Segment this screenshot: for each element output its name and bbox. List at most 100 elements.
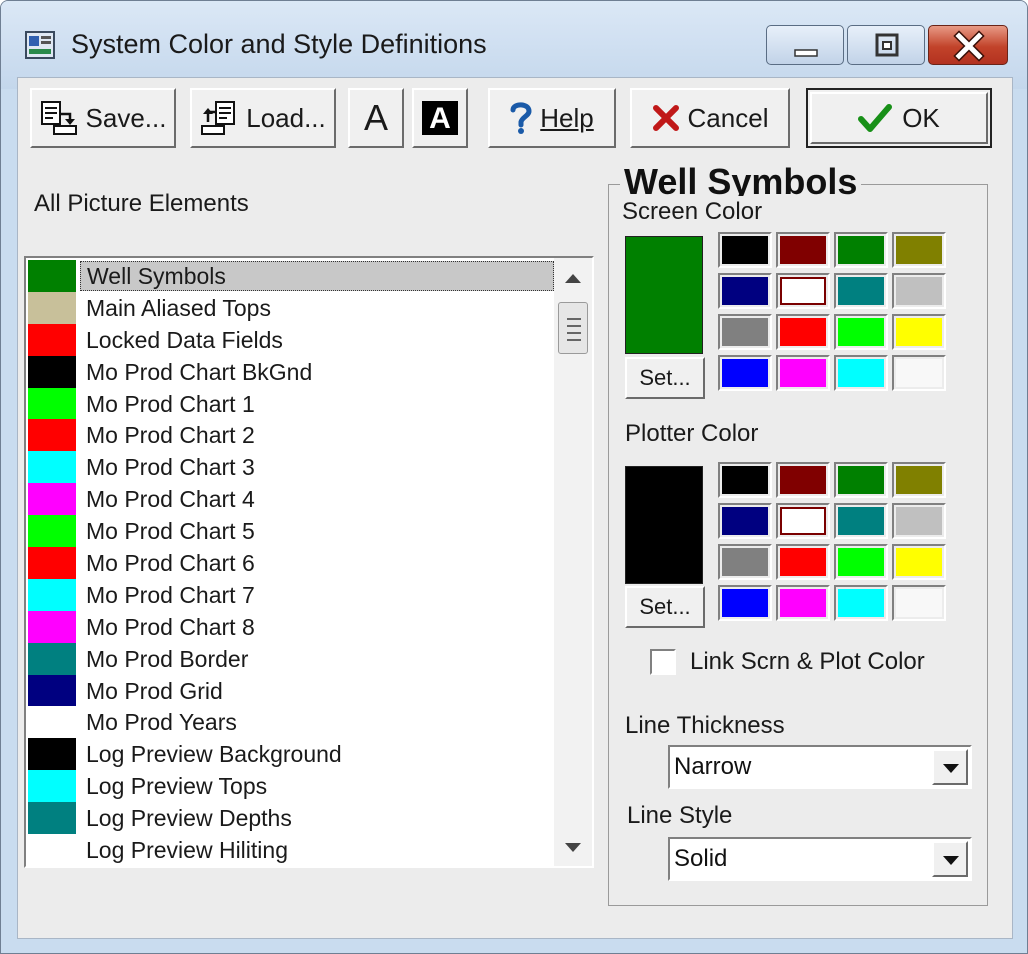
- line-thickness-select[interactable]: Narrow: [668, 745, 972, 789]
- list-item[interactable]: Log Preview Hiliting: [28, 834, 554, 866]
- screen-palette-cell[interactable]: [834, 355, 888, 391]
- screen-palette-cell[interactable]: [776, 273, 830, 309]
- list-item[interactable]: Log Preview Background: [28, 738, 554, 771]
- plotter-palette-cell[interactable]: [892, 503, 946, 539]
- plotter-palette-cell[interactable]: [776, 544, 830, 580]
- list-item[interactable]: Locked Data Fields: [28, 323, 554, 356]
- palette-color: [896, 507, 942, 535]
- list-item[interactable]: Mo Prod Chart 2: [28, 419, 554, 452]
- screen-palette-cell[interactable]: [776, 232, 830, 268]
- plotter-palette-cell[interactable]: [718, 462, 772, 498]
- title-bar[interactable]: System Color and Style Definitions: [1, 1, 1027, 89]
- screen-palette-cell[interactable]: [834, 273, 888, 309]
- close-button[interactable]: [928, 25, 1008, 65]
- maximize-button[interactable]: [847, 25, 925, 65]
- list-item[interactable]: Mo Prod Chart 6: [28, 547, 554, 579]
- screen-palette-cell[interactable]: [776, 314, 830, 350]
- list-item[interactable]: Mo Prod Chart 5: [28, 515, 554, 548]
- line-style-select[interactable]: Solid: [668, 837, 972, 881]
- help-button[interactable]: Help: [488, 88, 616, 148]
- line-style-label: Line Style: [627, 802, 733, 829]
- list-item[interactable]: Mo Prod Chart BkGnd: [28, 355, 554, 388]
- plotter-palette-cell[interactable]: [718, 585, 772, 621]
- dialog-client-area: Save... Load... A A Help Cancel OK All P…: [17, 77, 1013, 939]
- palette-color: [780, 277, 826, 305]
- list-item-label: Mo Prod Grid: [86, 677, 223, 704]
- screen-palette-cell[interactable]: [892, 314, 946, 350]
- screen-palette-cell[interactable]: [892, 273, 946, 309]
- line-thickness-label: Line Thickness: [625, 712, 785, 739]
- list-item-label: Log Preview Depths: [86, 805, 292, 832]
- list-item[interactable]: Log Preview Depths: [28, 802, 554, 835]
- color-swatch: [28, 483, 76, 516]
- color-swatch: [28, 323, 76, 356]
- scroll-down-arrow-icon[interactable]: [565, 843, 581, 852]
- link-color-label: Link Scrn & Plot Color: [690, 648, 925, 675]
- screen-palette-cell[interactable]: [718, 355, 772, 391]
- link-color-row[interactable]: Link Scrn & Plot Color: [650, 648, 925, 676]
- list-item-label: Mo Prod Border: [86, 645, 249, 672]
- list-item[interactable]: Mo Prod Chart 7: [28, 578, 554, 611]
- list-item-label: Log Preview Tops: [86, 773, 268, 800]
- plotter-palette-cell[interactable]: [892, 462, 946, 498]
- plotter-palette-cell[interactable]: [892, 585, 946, 621]
- checkmark-icon: [858, 104, 893, 132]
- list-item[interactable]: Main Aliased Tops: [28, 291, 554, 324]
- palette-color: [838, 277, 884, 305]
- list-item-label: Log Preview Hiliting: [86, 836, 288, 863]
- color-swatch: [28, 260, 76, 292]
- load-button[interactable]: Load...: [190, 88, 336, 148]
- list-item[interactable]: Mo Prod Years: [28, 706, 554, 739]
- plotter-palette-cell[interactable]: [776, 462, 830, 498]
- plot-font-button[interactable]: A: [412, 88, 468, 148]
- palette-color: [780, 507, 826, 535]
- palette-color: [896, 359, 942, 387]
- list-item[interactable]: Well Symbols: [28, 260, 554, 292]
- list-item[interactable]: Log Preview Tops: [28, 770, 554, 803]
- plotter-palette-cell[interactable]: [834, 585, 888, 621]
- palette-color: [780, 318, 826, 346]
- plotter-palette-cell[interactable]: [892, 544, 946, 580]
- screen-font-button[interactable]: A: [348, 88, 404, 148]
- color-swatch: [28, 355, 76, 388]
- list-item[interactable]: Mo Prod Chart 4: [28, 483, 554, 516]
- list-item[interactable]: Mo Prod Chart 8: [28, 610, 554, 643]
- screen-palette-cell[interactable]: [718, 232, 772, 268]
- plotter-palette-cell[interactable]: [776, 503, 830, 539]
- plotter-palette-cell[interactable]: [834, 503, 888, 539]
- screen-palette-cell[interactable]: [718, 273, 772, 309]
- screen-palette-cell[interactable]: [892, 232, 946, 268]
- ok-button[interactable]: OK: [806, 88, 992, 148]
- list-item[interactable]: Mo Prod Chart 1: [28, 387, 554, 420]
- scroll-up-arrow-icon[interactable]: [565, 274, 581, 283]
- picture-elements-list[interactable]: Well Symbols Main Aliased Tops Locked Data…: [24, 256, 594, 868]
- list-scrollbar[interactable]: [554, 258, 592, 866]
- minimize-button[interactable]: [766, 25, 844, 65]
- list-item-label: Main Aliased Tops: [86, 294, 271, 321]
- plotter-palette-cell[interactable]: [718, 503, 772, 539]
- question-icon: [510, 102, 532, 134]
- plotter-palette-cell[interactable]: [776, 585, 830, 621]
- screen-set-button[interactable]: Set...: [625, 357, 705, 399]
- screen-palette-cell[interactable]: [892, 355, 946, 391]
- plotter-palette-cell[interactable]: [834, 462, 888, 498]
- plotter-set-button[interactable]: Set...: [625, 586, 705, 628]
- screen-palette-cell[interactable]: [718, 314, 772, 350]
- list-item[interactable]: Mo Prod Chart 3: [28, 451, 554, 484]
- list-items: Well Symbols Main Aliased Tops Locked Data…: [28, 260, 554, 866]
- cancel-label: Cancel: [687, 102, 769, 133]
- palette-color: [722, 589, 768, 617]
- line-style-dropdown-icon[interactable]: [932, 841, 968, 877]
- cancel-button[interactable]: Cancel: [630, 88, 790, 148]
- screen-palette-cell[interactable]: [776, 355, 830, 391]
- list-item[interactable]: Mo Prod Border: [28, 642, 554, 675]
- link-color-checkbox[interactable]: [650, 649, 676, 675]
- line-thickness-dropdown-icon[interactable]: [932, 749, 968, 785]
- plotter-palette-cell[interactable]: [718, 544, 772, 580]
- plotter-palette-cell[interactable]: [834, 544, 888, 580]
- scroll-thumb[interactable]: [558, 302, 588, 354]
- screen-palette-cell[interactable]: [834, 232, 888, 268]
- list-item[interactable]: Mo Prod Grid: [28, 674, 554, 707]
- save-button[interactable]: Save...: [30, 88, 176, 148]
- screen-palette-cell[interactable]: [834, 314, 888, 350]
